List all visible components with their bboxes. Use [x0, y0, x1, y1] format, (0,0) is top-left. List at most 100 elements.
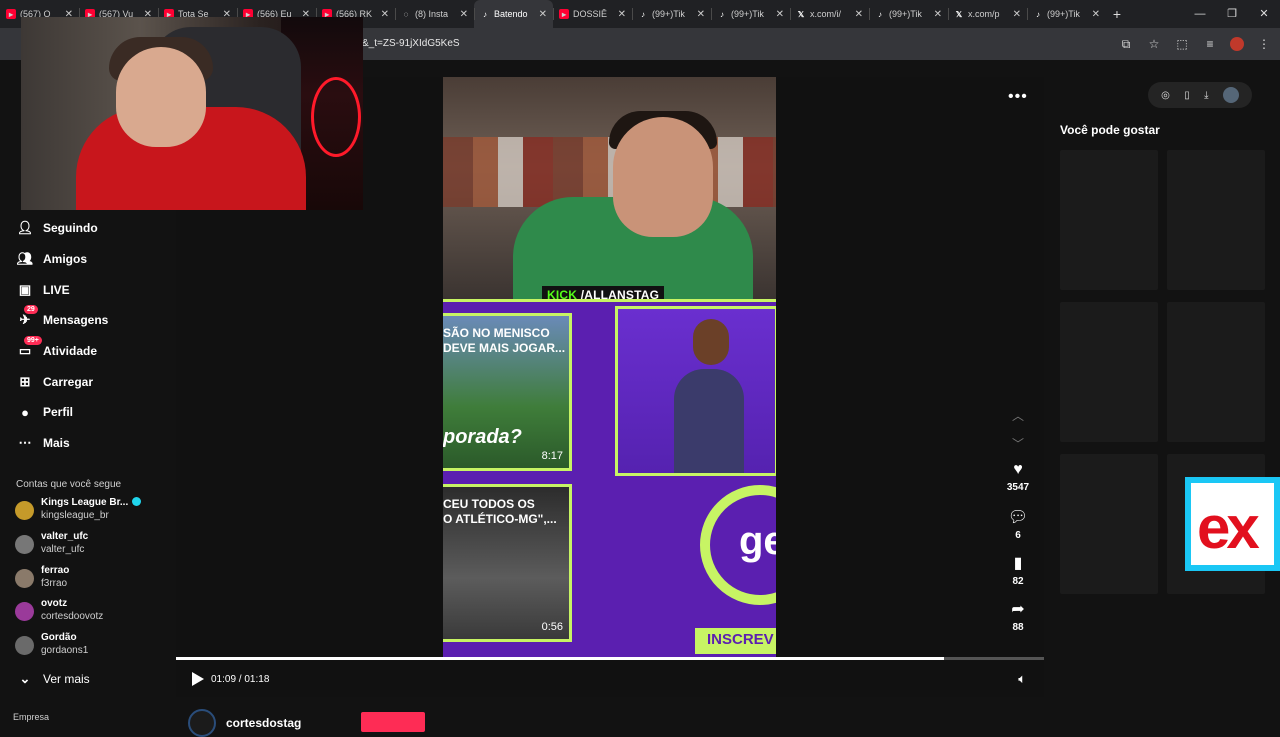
tab-title: x.com/i/ [810, 9, 842, 19]
install-app-icon[interactable]: ⧉ [1118, 34, 1134, 54]
account-name-text: ovotz [41, 598, 68, 609]
browser-menu-icon[interactable]: ⋮ [1256, 34, 1272, 54]
share-count: 88 [1012, 622, 1024, 633]
browser-tab[interactable]: ♪ (99+)Tik ✕ [632, 0, 711, 28]
x-icon: 𝕏 [797, 9, 805, 19]
volume-icon[interactable]: 🔈︎ [1018, 671, 1026, 687]
sidebar-item-seguindo[interactable]: 👤︎ Seguindo [16, 219, 98, 237]
tab-title: DOSSIÊ [573, 9, 608, 19]
upload-icon: ⊞ [19, 374, 31, 389]
tab-title: Batendo [494, 9, 528, 19]
followed-account[interactable]: ovotz cortesdoovotz [15, 598, 103, 623]
close-window-icon[interactable]: ✕ [1248, 0, 1280, 28]
tiktok-icon: ♪ [483, 9, 487, 19]
profile-avatar[interactable] [1230, 37, 1244, 51]
tiktok-icon: ♪ [720, 9, 724, 19]
suggested-video-card[interactable] [1060, 454, 1158, 594]
video-thumbnail-1: SÃO NO MENISCO DEVE MAIS JOGAR... porada… [443, 313, 572, 471]
browser-tab[interactable]: ▸ DOSSIÊ ✕ [553, 0, 632, 28]
sidebar-item-live[interactable]: ▣ LIVE [16, 281, 70, 299]
sidebar-item-mensagens[interactable]: ✈︎ 29 Mensagens [16, 305, 109, 329]
followed-account[interactable]: Gordão gordaons1 [15, 632, 88, 657]
sidebar-item-label: Mensagens [43, 313, 109, 327]
account-text: Gordão gordaons1 [41, 632, 88, 657]
company-link[interactable]: Empresa [13, 712, 49, 722]
minimize-icon[interactable]: — [1184, 0, 1216, 28]
sidebar-item-label: Atividade [43, 344, 98, 358]
browser-tab[interactable]: ◌ (8) Insta ✕ [395, 0, 474, 28]
more-options-icon[interactable]: ••• [1008, 88, 1028, 106]
tab-title: (99+)Tik [731, 9, 764, 19]
sidebar-item-carregar[interactable]: ⊞ Carregar [16, 373, 93, 391]
suggested-video-card[interactable] [1167, 302, 1265, 442]
user-avatar[interactable] [1222, 87, 1239, 103]
tab-close-icon[interactable]: ✕ [381, 9, 389, 20]
next-video-button[interactable]: ﹀ [998, 435, 1038, 452]
verified-icon [132, 497, 142, 506]
play-icon[interactable] [192, 672, 204, 686]
browser-tab[interactable]: 𝕏x.com/p ✕ [948, 0, 1027, 28]
account-name: valter_ufc [41, 531, 88, 543]
tiktok-icon: ♪ [878, 9, 882, 19]
comment-icon: 💬︎ [1007, 509, 1029, 526]
followed-account[interactable]: valter_ufc valter_ufc [15, 531, 88, 556]
browser-tab[interactable]: ♪ (99+)Tik ✕ [869, 0, 948, 28]
top-right-toolbar: ◎ ▯ ⤓ [1148, 82, 1252, 108]
see-more-button[interactable]: ⌄ Ver mais [16, 670, 90, 688]
account-name-text: ferrao [41, 565, 70, 576]
tab-close-icon[interactable]: ✕ [618, 9, 626, 20]
extensions-icon[interactable]: ⬚ [1174, 34, 1190, 54]
suggested-video-card[interactable] [1060, 150, 1158, 290]
thumbnail-1-duration: 8:17 [541, 450, 563, 462]
sidebar-item-amigos[interactable]: 👥︎ Amigos [16, 250, 87, 268]
media-controls-icon[interactable]: ≡ [1202, 34, 1218, 54]
tab-close-icon[interactable]: ✕ [697, 9, 705, 20]
comment-button[interactable]: 💬︎ 6 [998, 507, 1038, 541]
device-icon[interactable]: ▯ [1184, 90, 1190, 101]
browser-tab[interactable]: ♪ Batendo ✕ [474, 0, 553, 28]
followed-account[interactable]: ferrao f3rrao [15, 565, 69, 590]
browser-tab[interactable]: 𝕏x.com/i/ ✕ [790, 0, 869, 28]
follow-button[interactable] [361, 712, 425, 732]
tiktok-icon: ♪ [1036, 9, 1040, 19]
avatar [15, 501, 34, 520]
sidebar-item-perfil[interactable]: ● Perfil [16, 403, 73, 421]
followed-account[interactable]: Kings League Br... kingsleague_br [15, 497, 142, 522]
sidebar-item-mais[interactable]: ⋯ Mais [16, 434, 70, 452]
tab-close-icon[interactable]: ✕ [1013, 9, 1021, 20]
tab-close-icon[interactable]: ✕ [855, 9, 863, 20]
following-icon: 👤︎ [16, 220, 34, 235]
download-icon[interactable]: ⤓ [1204, 90, 1208, 101]
thumbnail-2-title: CEU TODOS OS O ATLÉTICO-MG",... [443, 497, 557, 526]
channel-logo-text: ge [739, 519, 776, 563]
share-button[interactable]: ➦ 88 [998, 599, 1038, 633]
sidebar-item-label: Mais [43, 436, 70, 450]
share-icon: ➦ [1011, 601, 1025, 618]
restore-icon[interactable]: ❐ [1216, 0, 1248, 28]
suggested-video-card[interactable] [1060, 302, 1158, 442]
browser-tab[interactable]: ♪ (99+)Tik ✕ [711, 0, 790, 28]
save-button[interactable]: ▮ 82 [998, 553, 1038, 587]
video-host-panel [615, 306, 776, 476]
compass-icon[interactable]: ◎ [1161, 90, 1170, 101]
overlay-logo: ex [1185, 477, 1280, 571]
prev-video-button[interactable]: ︿ [998, 407, 1038, 424]
like-button[interactable]: ♥ 3547 [998, 461, 1038, 493]
new-tab-icon[interactable]: + [1106, 6, 1128, 22]
sidebar-item-atividade[interactable]: ▭ 99+ Atividade [16, 336, 98, 360]
video-frame[interactable]: KICK /ALLANSTAG SÃO NO MENISCO DEVE MAIS… [443, 77, 776, 697]
browser-tab[interactable]: ♪ (99+)Tik ✕ [1027, 0, 1106, 28]
tab-close-icon[interactable]: ✕ [460, 9, 468, 20]
author-avatar [188, 709, 216, 737]
tab-close-icon[interactable]: ✕ [776, 9, 784, 20]
tab-close-icon[interactable]: ✕ [934, 9, 942, 20]
url-text[interactable]: &_t=ZS-91jXIdG5KeS [362, 38, 460, 49]
author-row[interactable]: cortesdostag [188, 709, 301, 737]
bookmark-star-icon[interactable]: ☆ [1146, 34, 1162, 54]
tab-close-icon[interactable]: ✕ [539, 9, 547, 20]
time-display: 01:09 / 01:18 [211, 674, 270, 685]
account-handle: gordaons1 [41, 645, 89, 656]
suggested-video-card[interactable] [1167, 150, 1265, 290]
tab-close-icon[interactable]: ✕ [1092, 9, 1100, 20]
chevron-down-icon: ⌄ [19, 671, 31, 686]
